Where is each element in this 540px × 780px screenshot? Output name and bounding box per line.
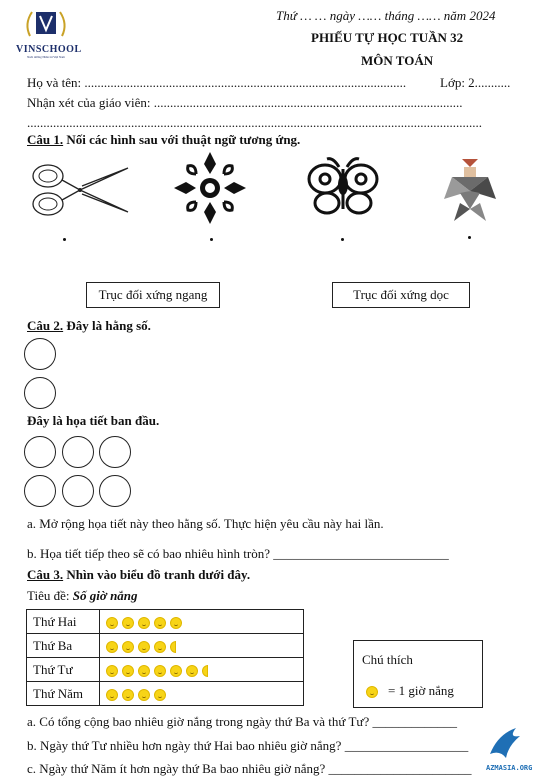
date-line: Thứ … … ngày …… tháng …… năm 2024 <box>276 8 496 23</box>
sun-cell <box>99 657 304 682</box>
pattern-circle <box>62 475 94 507</box>
q2-part-a: a. Mở rộng họa tiết này theo hằng số. Th… <box>27 516 384 531</box>
horizontal-axis-box[interactable]: Trục đối xứng ngang <box>86 282 220 308</box>
logo-text: VINSCHOOL <box>16 44 82 55</box>
sun-icon <box>106 688 118 701</box>
ornament-image <box>174 152 246 224</box>
sun-icon <box>122 616 134 629</box>
vinschool-logo: VINSCHOOL Nuôi dưỡng Nhân tài Việt Nam <box>16 6 82 59</box>
teacher-comment-line[interactable]: Nhận xét của giáo viên: ................… <box>27 95 517 111</box>
q3-part-c[interactable]: c. Ngày thứ Năm ít hơn ngày thứ Ba bao n… <box>27 761 472 777</box>
chart-title-label: Tiêu đề: <box>27 588 70 603</box>
pattern-circle <box>24 436 56 468</box>
q1-dot-1[interactable] <box>63 238 66 241</box>
vertical-axis-box[interactable]: Trục đối xứng dọc <box>332 282 470 308</box>
sun-icon <box>106 640 118 653</box>
q2-number: Câu 2. <box>27 318 64 333</box>
pattern-heading: Đây là họa tiết ban đầu. <box>27 413 160 428</box>
chart-title-line: Tiêu đề: Số giờ nắng <box>27 588 138 604</box>
q2-part-b[interactable]: b. Họa tiết tiếp theo sẽ có bao nhiêu hì… <box>27 546 449 562</box>
sun-icon <box>154 664 166 677</box>
pattern-circle <box>99 436 131 468</box>
sun-icon <box>170 616 182 629</box>
sun-cell <box>99 609 304 634</box>
day-label: Thứ Tư <box>26 657 100 682</box>
q1-number: Câu 1. <box>27 132 64 147</box>
half-sun-icon <box>170 640 176 653</box>
q3-part-a[interactable]: a. Có tổng cộng bao nhiêu giờ nắng trong… <box>27 714 457 730</box>
q1-dot-2[interactable] <box>210 238 213 241</box>
scissors-image <box>32 164 129 216</box>
legend-title: Chú thích <box>362 652 413 667</box>
table-row: Thứ Tư <box>26 657 304 682</box>
q3-part-b[interactable]: b. Ngày thứ Tư nhiều hơn ngày thứ Hai ba… <box>27 738 468 754</box>
sun-icon <box>106 664 118 677</box>
sun-icon <box>170 664 182 677</box>
day-label: Thứ Hai <box>26 609 100 634</box>
q1-dot-4[interactable] <box>468 236 471 239</box>
vertical-axis-label: Trục đối xứng dọc <box>353 287 449 302</box>
student-name-line[interactable]: Họ và tên: .............................… <box>27 75 406 91</box>
sun-icon <box>366 686 378 699</box>
legend-box: Chú thích = 1 giờ nắng <box>353 640 483 708</box>
sun-icon <box>154 688 166 701</box>
table-row: Thứ Năm <box>26 681 304 706</box>
worksheet-title: PHIẾU TỰ HỌC TUẦN 32 <box>311 30 464 45</box>
chart-title: Số giờ nắng <box>72 588 138 603</box>
table-row: Thứ Hai <box>26 609 304 634</box>
pattern-circle <box>99 475 131 507</box>
sun-icon <box>138 616 150 629</box>
day-label: Thứ Năm <box>26 681 100 706</box>
pattern-circle <box>62 436 94 468</box>
sun-icon <box>186 664 198 677</box>
pictograph-table: Thứ Hai Thứ Ba Thứ Tư Thứ Năm <box>26 609 304 706</box>
sun-icon <box>154 616 166 629</box>
q2-heading: Câu 2. Đây là hằng số. <box>27 318 151 334</box>
q1-dot-3[interactable] <box>341 238 344 241</box>
legend-value: = 1 giờ nắng <box>388 683 454 698</box>
logo-emblem <box>26 11 66 37</box>
sun-icon <box>154 640 166 653</box>
bird-watermark-icon <box>490 728 520 758</box>
class-line[interactable]: Lớp: 2........... <box>440 75 510 91</box>
q3-text: Nhìn vào biểu đồ tranh dưới đây. <box>66 567 251 582</box>
sun-icon <box>138 640 150 653</box>
sun-icon <box>122 688 134 701</box>
sun-icon <box>138 688 150 701</box>
tangram-figure-image <box>444 159 496 221</box>
constant-circle <box>24 338 56 370</box>
sun-icon <box>122 664 134 677</box>
q2-text: Đây là hằng số. <box>66 318 151 333</box>
logo-tagline: Nuôi dưỡng Nhân tài Việt Nam <box>27 55 65 59</box>
sun-cell <box>99 681 304 706</box>
constant-circle <box>24 377 56 409</box>
sun-cell <box>99 633 304 658</box>
horizontal-axis-label: Trục đối xứng ngang <box>98 287 208 302</box>
q3-number: Câu 3. <box>27 567 64 582</box>
table-row: Thứ Ba <box>26 633 304 658</box>
teacher-comment-extra-line[interactable]: ........................................… <box>27 115 517 131</box>
day-label: Thứ Ba <box>26 633 100 658</box>
sun-icon <box>138 664 150 677</box>
half-sun-icon <box>202 664 208 677</box>
q1-heading: Câu 1. Nối các hình sau với thuật ngữ tư… <box>27 132 300 148</box>
butterfly-image <box>307 157 379 215</box>
pattern-circle <box>24 475 56 507</box>
q1-text: Nối các hình sau với thuật ngữ tương ứng… <box>66 132 301 147</box>
q3-heading: Câu 3. Nhìn vào biểu đồ tranh dưới đây. <box>27 567 250 583</box>
watermark-text: AZMASIA.ORG <box>486 764 533 772</box>
subject-title: MÔN TOÁN <box>361 53 434 68</box>
sun-icon <box>106 616 118 629</box>
sun-icon <box>122 640 134 653</box>
